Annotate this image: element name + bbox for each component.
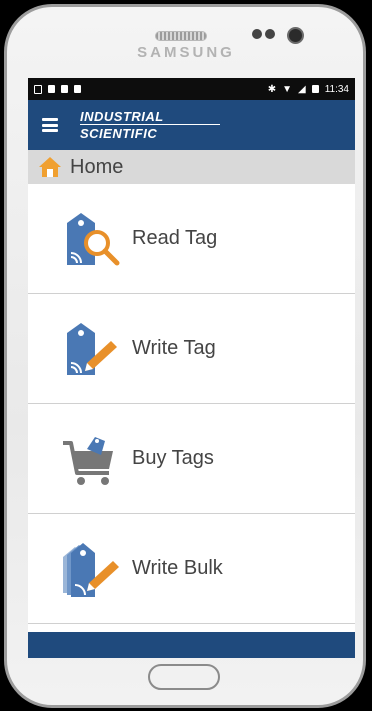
breadcrumb-label: Home — [70, 155, 124, 178]
menu-icon[interactable] — [42, 118, 58, 132]
sensor — [265, 29, 275, 39]
speaker-grille — [155, 31, 207, 41]
home-icon — [39, 157, 61, 177]
notification-icon — [61, 85, 68, 93]
device-home-button[interactable] — [148, 664, 220, 690]
wifi-icon: ▼ — [282, 83, 292, 95]
device-brand: SAMSUNG — [137, 44, 235, 61]
logo-line2: SCIENTIFIC — [80, 126, 158, 141]
status-bar: ✱ ▼ ◢ 11:34 — [28, 78, 355, 100]
app-bar: INDUSTRIAL SCIENTIFIC — [28, 100, 355, 150]
read-tag-icon — [56, 204, 126, 274]
write-tag-icon — [56, 314, 126, 384]
menu-item-label: Write Bulk — [132, 557, 223, 579]
menu-item-label: Read Tag — [132, 227, 218, 249]
logo-line1: INDUSTRIAL — [80, 110, 220, 125]
bottom-bar — [28, 632, 355, 658]
menu-item-read-tag[interactable]: Read Tag — [28, 184, 355, 294]
bluetooth-icon: ✱ — [267, 83, 277, 95]
sensor — [252, 29, 262, 39]
company-logo: INDUSTRIAL SCIENTIFIC — [80, 110, 220, 140]
notification-icon — [34, 84, 42, 94]
signal-icon: ◢ — [298, 83, 306, 95]
menu-item-write-tag[interactable]: Write Tag — [28, 294, 355, 404]
shield-icon — [74, 85, 81, 93]
battery-icon — [311, 85, 319, 93]
notification-icon — [48, 85, 55, 93]
menu-item-buy-tags[interactable]: Buy Tags — [28, 404, 355, 514]
menu-item-label: Write Tag — [132, 337, 216, 359]
menu-item-write-bulk[interactable]: Write Bulk — [28, 514, 355, 624]
app-screen: ✱ ▼ ◢ 11:34 INDUSTRIAL SCIENTIFIC Home R… — [28, 78, 355, 658]
front-camera — [287, 27, 304, 44]
buy-tags-icon — [56, 424, 126, 494]
menu-item-label: Buy Tags — [132, 447, 214, 469]
status-time: 11:34 — [324, 83, 349, 95]
breadcrumb[interactable]: Home — [28, 150, 355, 184]
write-bulk-icon — [56, 534, 126, 604]
